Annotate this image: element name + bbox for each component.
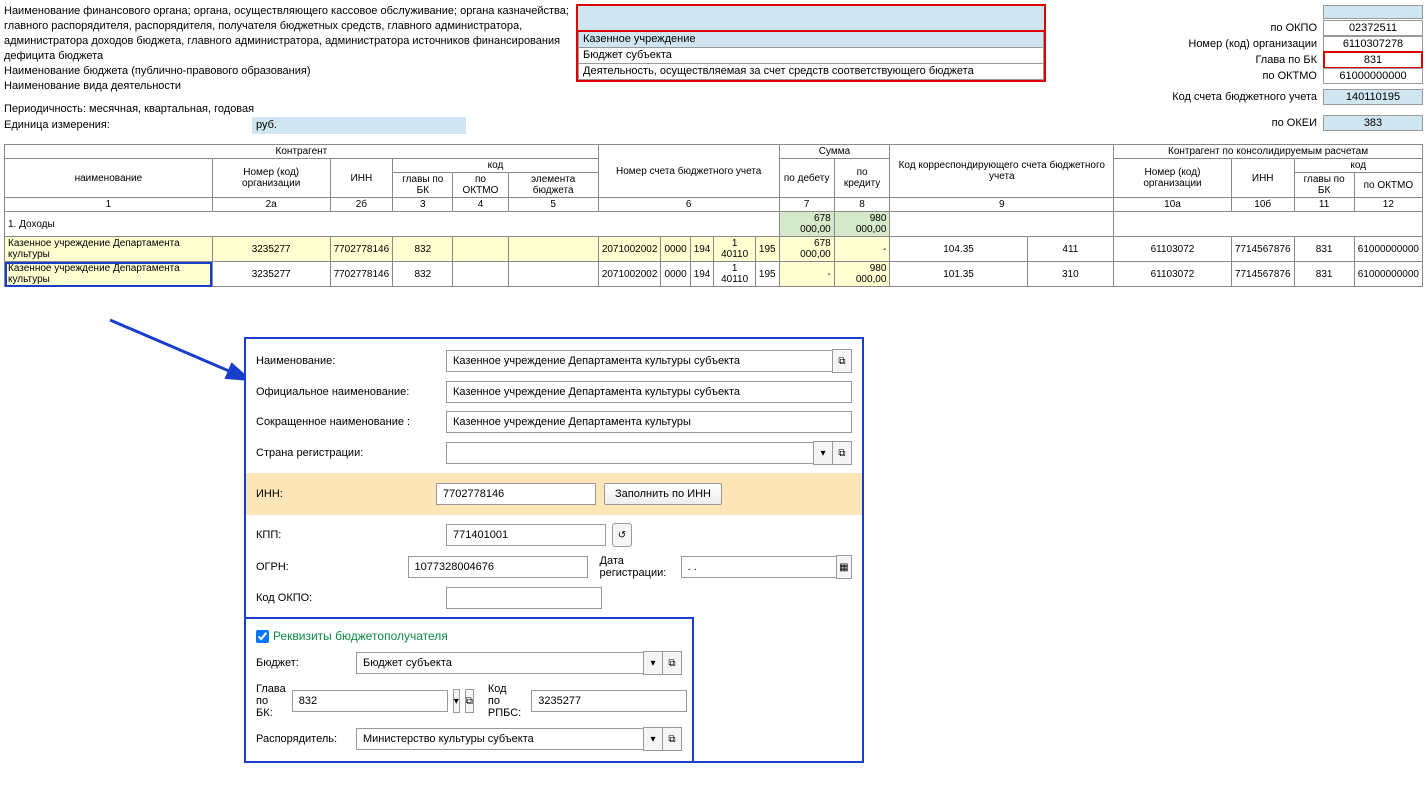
section-row: 1. Доходы 678 000,00 980 000,00 xyxy=(5,212,1423,237)
name-label: Наименование: xyxy=(256,355,446,367)
th-inn: ИНН xyxy=(330,159,393,198)
offname-input[interactable] xyxy=(446,381,852,403)
th-cons-code: код xyxy=(1294,159,1422,173)
acc-label: Код счета бюджетного учета xyxy=(1172,91,1317,103)
okei-value: 383 xyxy=(1323,115,1423,131)
header-mid-top xyxy=(576,4,1046,32)
name-input[interactable] xyxy=(446,350,833,372)
glava-label: Глава по БК xyxy=(1255,54,1317,66)
th-glava: главы по БК xyxy=(393,173,453,198)
okpo-det-input[interactable] xyxy=(446,587,602,609)
glava-value: 831 xyxy=(1323,51,1423,69)
th-corr: Код корреспонди­рующего счета бюджетного… xyxy=(890,145,1114,198)
regdate-input[interactable] xyxy=(681,556,837,578)
th-cons-oktmo: по ОКТМО xyxy=(1354,173,1422,198)
th-elem: элемента бюджета xyxy=(508,173,598,198)
unit-value: руб. xyxy=(252,117,466,134)
okpo-value: 02372511 xyxy=(1323,20,1423,36)
th-cons-inn: ИНН xyxy=(1231,159,1294,198)
selected-cell[interactable]: Казенное учреждение Департамента культур… xyxy=(5,262,213,287)
inn-input[interactable] xyxy=(436,483,596,505)
history-icon[interactable]: ↺ xyxy=(612,523,632,547)
mid-activity: Деятельность, осуществляемая за счет сре… xyxy=(578,64,1044,80)
mid-org: Казенное учреждение xyxy=(578,32,1044,48)
ogrn-label: ОГРН: xyxy=(256,561,408,573)
section-title: Реквизиты бюджетополучателя xyxy=(256,629,682,643)
acc-value: 140110195 xyxy=(1323,89,1423,105)
open-icon[interactable]: ⧉ xyxy=(662,727,682,751)
dropdown-icon[interactable]: ▾ xyxy=(643,651,663,675)
rpbs-input[interactable] xyxy=(531,690,687,712)
detail-panel: Наименование: ⧉ Официальное наименование… xyxy=(244,337,864,763)
budget-input[interactable] xyxy=(356,652,644,674)
dropdown-icon[interactable]: ▾ xyxy=(813,441,833,465)
table-row[interactable]: Казенное учреждение Департамента культур… xyxy=(5,237,1423,262)
oktmo-value: 61000000000 xyxy=(1323,68,1423,84)
glava-input[interactable] xyxy=(292,690,448,712)
country-label: Страна регистрации: xyxy=(256,447,446,459)
fill-by-inn-button[interactable]: Заполнить по ИНН xyxy=(604,483,722,505)
budget-det-label: Бюджет: xyxy=(256,657,356,669)
table-head: Контрагент Номер счета бюджетного учета … xyxy=(5,145,1423,212)
th-cons-glava: главы по БК xyxy=(1294,173,1354,198)
shortname-input[interactable] xyxy=(446,411,852,433)
regdate-label: Дата регистрации: xyxy=(600,555,675,579)
disposer-label: Распорядитель: xyxy=(256,733,356,745)
okpo-label: по ОКПО xyxy=(1270,22,1317,34)
inn-label: ИНН: xyxy=(256,488,436,500)
calendar-icon[interactable]: ▦ xyxy=(836,555,852,579)
th-debit: по дебету xyxy=(779,159,834,198)
ogrn-input[interactable] xyxy=(408,556,588,578)
activity-label: Наименование вида деятельности xyxy=(4,79,574,94)
open-icon[interactable]: ⧉ xyxy=(832,349,852,373)
glava-det-label: Глава по БК: xyxy=(256,683,286,719)
orgcode-label: Номер (код) организации xyxy=(1188,38,1317,50)
disposer-input[interactable] xyxy=(356,728,644,750)
th-kontragent-cons: Контрагент по консолидируемым расчетам xyxy=(1114,145,1423,159)
th-credit: по кредиту xyxy=(834,159,890,198)
unit-label: Единица измерения: xyxy=(4,118,252,133)
okei-label: по ОКЕИ xyxy=(1272,117,1317,129)
offname-label: Официальное наименование: xyxy=(256,386,446,398)
open-icon[interactable]: ⧉ xyxy=(662,651,682,675)
th-code: код xyxy=(393,159,599,173)
orgcode-value: 6110307278 xyxy=(1323,36,1423,52)
mid-budget: Бюджет субъекта xyxy=(578,48,1044,64)
th-oktmo: по ОКТМО xyxy=(453,173,508,198)
th-orgcode: Номер (код) организации xyxy=(212,159,330,198)
country-input[interactable] xyxy=(446,442,814,464)
th-cons-org: Номер (код) организации xyxy=(1114,159,1232,198)
table-row[interactable]: Казенное учреждение Департамента культур… xyxy=(5,262,1423,287)
th-sum: Сумма xyxy=(779,145,890,159)
rpbs-label: Код по РПБС: xyxy=(488,683,521,719)
shortname-label: Сокращенное наименование : xyxy=(256,416,446,428)
kpp-label: КПП: xyxy=(256,529,446,541)
open-icon[interactable]: ⧉ xyxy=(832,441,852,465)
dropdown-icon[interactable]: ▾ xyxy=(643,727,663,751)
header-text: Наименование финансового органа; органа,… xyxy=(4,4,574,64)
budget-label: Наименование бюджета (публично-правового… xyxy=(4,64,574,79)
th-kontragent: Контрагент xyxy=(5,145,599,159)
open-icon[interactable]: ⧉ xyxy=(465,689,474,713)
okpo-det-label: Код ОКПО: xyxy=(256,592,446,604)
main-table: Контрагент Номер счета бюджетного учета … xyxy=(4,144,1423,287)
period-label: Периодичность: месячная, квартальная, го… xyxy=(4,102,574,117)
kpp-input[interactable] xyxy=(446,524,606,546)
th-name: наименование xyxy=(5,159,213,198)
th-accnum: Номер счета бюджетного учета xyxy=(598,145,779,198)
dropdown-icon[interactable]: ▾ xyxy=(453,689,460,713)
section-checkbox[interactable] xyxy=(256,630,269,643)
oktmo-label: по ОКТМО xyxy=(1262,70,1317,82)
